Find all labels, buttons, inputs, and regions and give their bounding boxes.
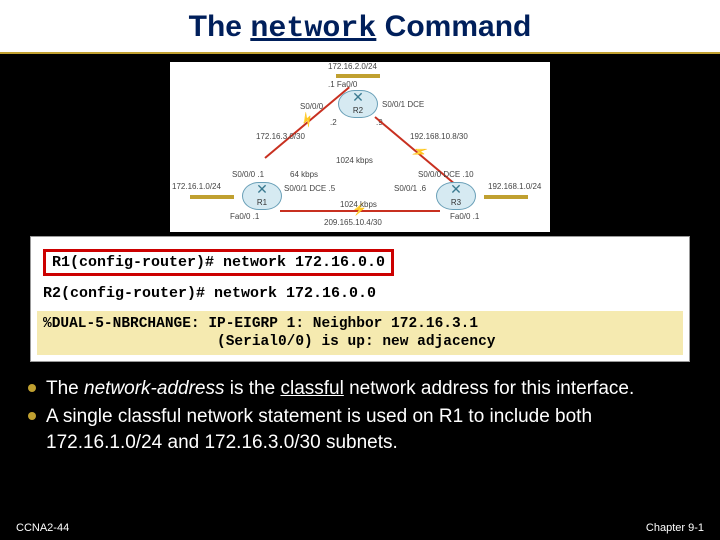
label-bw-r: 1024 kbps bbox=[340, 200, 377, 209]
log-message: %DUAL-5-NBRCHANGE: IP-EIGRP 1: Neighbor … bbox=[37, 311, 683, 355]
cmd-r2-prompt: R2(config-router)# bbox=[43, 285, 214, 302]
label-r1-s000: S0/0/0 .1 bbox=[232, 170, 264, 179]
title-post: Command bbox=[376, 10, 531, 43]
label-bw-top: 1024 kbps bbox=[336, 156, 373, 165]
router-r3: R3 bbox=[436, 182, 476, 210]
label-r3-s000: S0/0/0 DCE .10 bbox=[418, 170, 474, 179]
lan-right bbox=[484, 195, 528, 199]
router-r2: R2 bbox=[338, 90, 378, 118]
cmd-r1-text: network 172.16.0.0 bbox=[223, 254, 385, 271]
command-area: R1(config-router)# network 172.16.0.0 R2… bbox=[30, 236, 690, 362]
bullet-list: The network-address is the classful netw… bbox=[24, 376, 696, 455]
label-bottom-net: 209.165.10.4/30 bbox=[324, 218, 382, 227]
topology-diagram: 172.16.2.0/24 .1 Fa0/0 R2 S0/0/0 S0/0/1 … bbox=[170, 62, 550, 232]
label-r1-fa: Fa0/0 .1 bbox=[230, 212, 259, 221]
footer-right: Chapter 9-1 bbox=[646, 522, 704, 534]
lan-top bbox=[336, 74, 380, 78]
footer: CCNA2-44 Chapter 9-1 bbox=[16, 522, 704, 534]
cmd-r1-prompt: R1(config-router)# bbox=[52, 254, 223, 271]
label-top-net: 172.16.2.0/24 bbox=[328, 62, 377, 71]
lan-left bbox=[190, 195, 234, 199]
footer-left: CCNA2-44 bbox=[16, 522, 69, 534]
bullet-1: The network-address is the classful netw… bbox=[24, 376, 696, 402]
label-bw-l: 64 kbps bbox=[290, 170, 318, 179]
link-r1-r3 bbox=[280, 210, 440, 212]
slide-title: The network Command bbox=[0, 0, 720, 54]
title-pre: The bbox=[189, 10, 251, 43]
link-r1-r2 bbox=[264, 87, 350, 159]
label-left-lan: 172.16.1.0/24 bbox=[172, 182, 221, 191]
label-r3-s001: S0/0/1 .6 bbox=[394, 184, 426, 193]
cmd-r2: R2(config-router)# network 172.16.0.0 bbox=[37, 282, 683, 305]
label-top-if: .1 Fa0/0 bbox=[328, 80, 357, 89]
cmd-r1: R1(config-router)# network 172.16.0.0 bbox=[37, 246, 683, 279]
label-right-lan: 192.168.1.0/24 bbox=[488, 182, 541, 191]
log-text: %DUAL-5-NBRCHANGE: IP-EIGRP 1: Neighbor … bbox=[43, 315, 677, 351]
label-left-serial: 172.16.3.0/30 bbox=[256, 132, 305, 141]
router-r1: R1 bbox=[242, 182, 282, 210]
cmd-r1-highlight: R1(config-router)# network 172.16.0.0 bbox=[43, 249, 394, 276]
label-r2-lip: .2 bbox=[330, 118, 337, 127]
bullet-2: A single classful network statement is u… bbox=[24, 404, 696, 455]
cmd-r2-text: network 172.16.0.0 bbox=[214, 285, 376, 302]
label-right-serial: 192.168.10.8/30 bbox=[410, 132, 468, 141]
label-r3-fa: Fa0/0 .1 bbox=[450, 212, 479, 221]
label-r1-s001: S0/0/1 DCE .5 bbox=[284, 184, 335, 193]
label-r2-s001: S0/0/1 DCE bbox=[382, 100, 424, 109]
title-code: network bbox=[250, 12, 376, 46]
